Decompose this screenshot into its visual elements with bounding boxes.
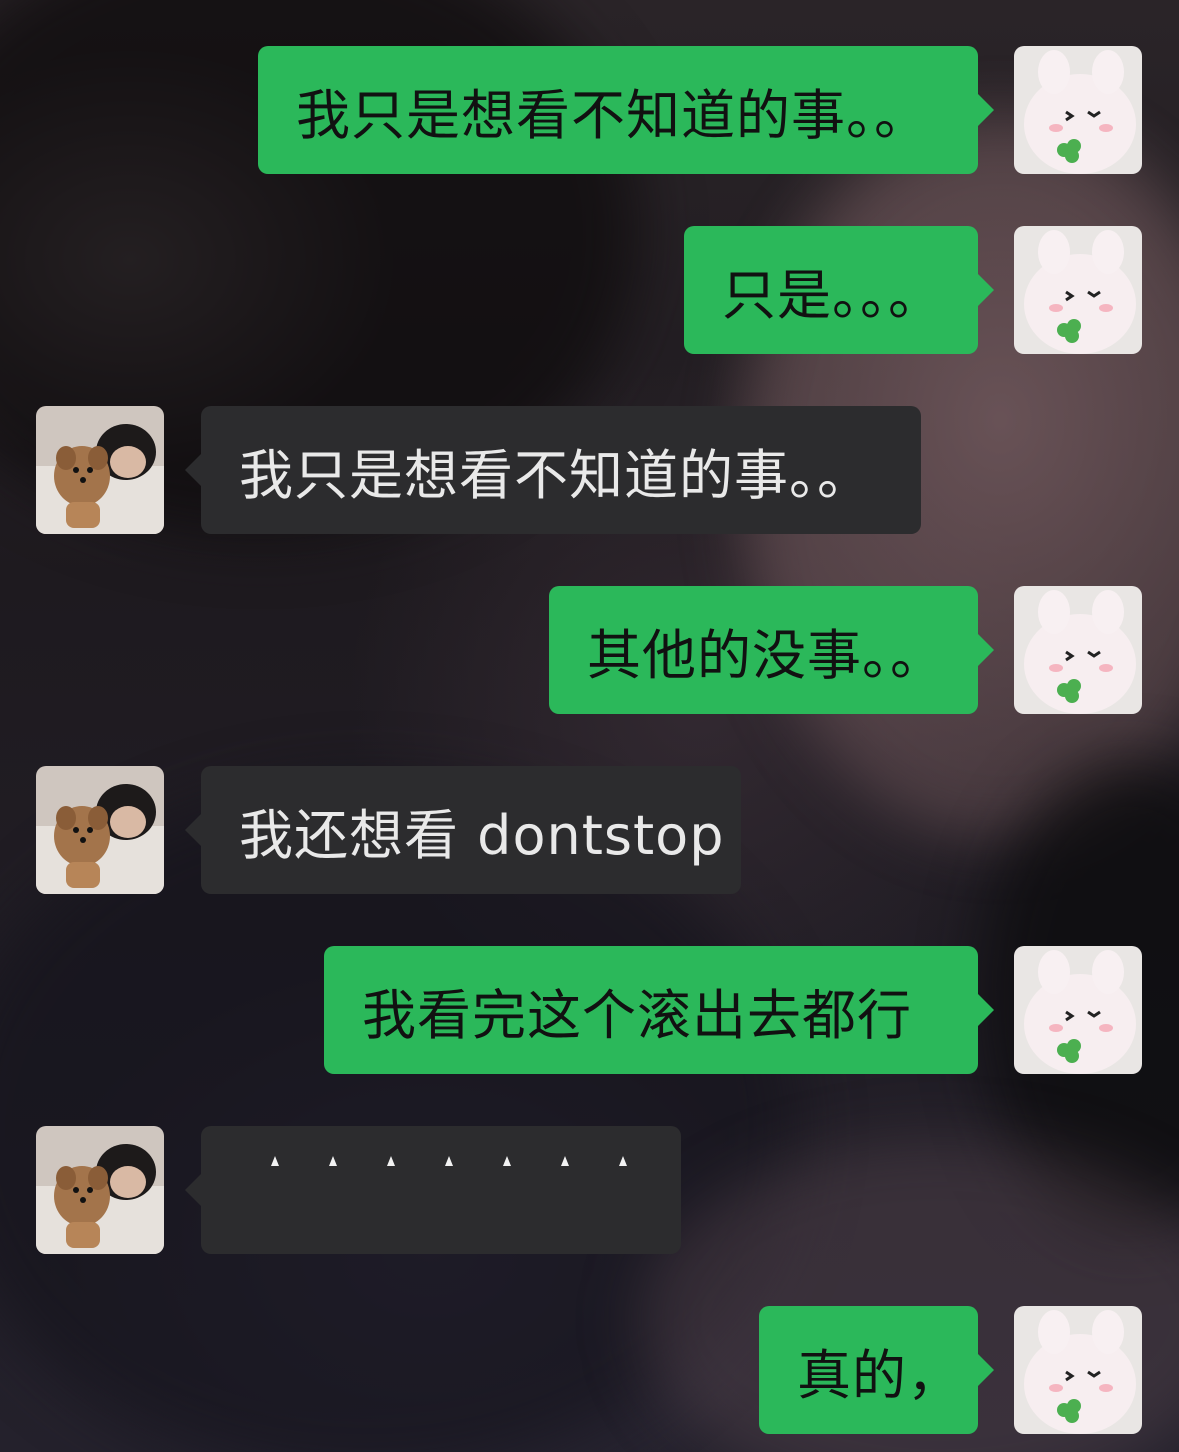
message-row: 其他的没事。。	[0, 586, 1179, 714]
message-row	[0, 1126, 1179, 1254]
self-avatar[interactable]	[1014, 586, 1142, 714]
message-row: 只是。。。	[0, 226, 1179, 354]
outgoing-message-bubble[interactable]: 我只是想看不知道的事。。	[258, 46, 994, 174]
message-row: 我看完这个滚出去都行	[0, 946, 1179, 1074]
incoming-message-bubble[interactable]: 我还想看 dontstop	[185, 766, 741, 894]
dot-icon	[619, 1156, 627, 1166]
dot-icon	[271, 1156, 279, 1166]
bunny-plush-avatar-icon	[1014, 946, 1142, 1074]
outgoing-message-bubble[interactable]: 真的，	[759, 1306, 994, 1434]
bunny-plush-avatar-icon	[1014, 586, 1142, 714]
bubble-tail	[976, 272, 994, 308]
message-text: 只是。。。	[722, 263, 943, 327]
message-text: 真的，	[797, 1343, 962, 1407]
chat-screen: 我只是想看不知道的事。。 只是。。。 我只是想看不知道的事。。 其他的没事。。 …	[0, 0, 1179, 1452]
message-text: 我看完这个滚出去都行	[362, 983, 912, 1047]
dot-icon	[329, 1156, 337, 1166]
self-avatar[interactable]	[1014, 226, 1142, 354]
message-text: 我还想看 dontstop	[239, 803, 725, 867]
dot-icon	[561, 1156, 569, 1166]
bubble-tail	[185, 452, 203, 488]
self-avatar[interactable]	[1014, 1306, 1142, 1434]
outgoing-message-bubble[interactable]: 只是。。。	[684, 226, 994, 354]
bubble-tail	[976, 632, 994, 668]
message-row: 真的，	[0, 1306, 1179, 1434]
self-avatar[interactable]	[1014, 46, 1142, 174]
bunny-plush-avatar-icon	[1014, 1306, 1142, 1434]
message-row: 我还想看 dontstop	[0, 766, 1179, 894]
outgoing-message-bubble[interactable]: 我看完这个滚出去都行	[324, 946, 994, 1074]
outgoing-message-bubble[interactable]: 其他的没事。。	[549, 586, 994, 714]
dot-icon	[387, 1156, 395, 1166]
girl-with-dog-avatar-icon	[36, 766, 164, 894]
contact-avatar[interactable]	[36, 1126, 164, 1254]
incoming-message-bubble[interactable]: 我只是想看不知道的事。。	[185, 406, 921, 534]
bubble-tail	[976, 992, 994, 1028]
girl-with-dog-avatar-icon	[36, 406, 164, 534]
girl-with-dog-avatar-icon	[36, 1126, 164, 1254]
message-text: 我只是想看不知道的事。。	[296, 83, 929, 147]
bubble-tail	[185, 812, 203, 848]
message-text: 我只是想看不知道的事。。	[239, 443, 872, 507]
contact-avatar[interactable]	[36, 766, 164, 894]
bubble-tail	[976, 1352, 994, 1388]
message-row: 我只是想看不知道的事。。	[0, 406, 1179, 534]
bunny-plush-avatar-icon	[1014, 226, 1142, 354]
ellipsis-dots	[239, 1155, 629, 1167]
self-avatar[interactable]	[1014, 946, 1142, 1074]
contact-avatar[interactable]	[36, 406, 164, 534]
message-row: 我只是想看不知道的事。。	[0, 46, 1179, 174]
bunny-plush-avatar-icon	[1014, 46, 1142, 174]
incoming-message-bubble[interactable]	[185, 1126, 681, 1254]
message-text: 其他的没事。。	[587, 623, 945, 687]
bubble-tail	[976, 92, 994, 128]
dot-icon	[503, 1156, 511, 1166]
dot-icon	[445, 1156, 453, 1166]
bubble-tail	[185, 1172, 203, 1208]
